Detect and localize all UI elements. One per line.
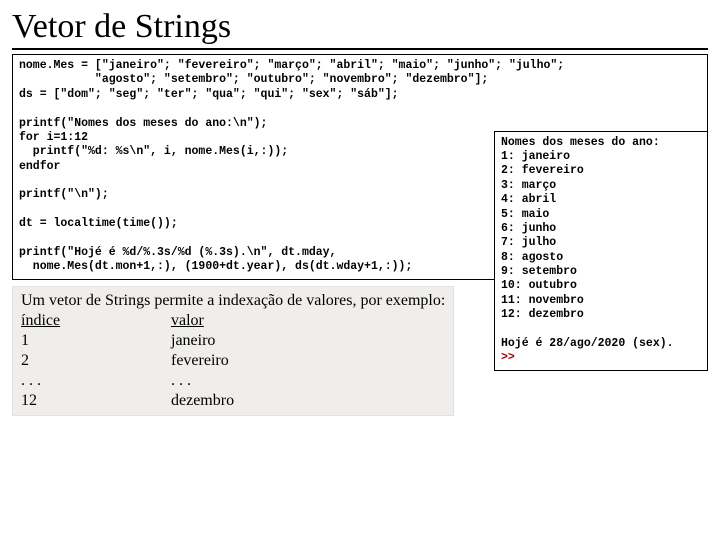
output-line: 10: outubro xyxy=(501,279,701,293)
output-line: 11: novembro xyxy=(501,294,701,308)
output-line: 6: junho xyxy=(501,222,701,236)
output-result: Hojé é 28/ago/2020 (sex). xyxy=(501,337,701,351)
output-header: Nomes dos meses do ano: xyxy=(501,136,701,150)
prompt-icon: >> xyxy=(501,351,701,365)
col-index: índice xyxy=(21,311,171,331)
row-value: fevereiro xyxy=(171,352,229,369)
slide-title: Vetor de Strings xyxy=(12,8,708,50)
row-index: 1 xyxy=(21,331,171,351)
output-line: 12: dezembro xyxy=(501,308,701,322)
output-line: 8: agosto xyxy=(501,251,701,265)
row-value: dezembro xyxy=(171,392,234,409)
output-line: 3: março xyxy=(501,179,701,193)
output-line: 2: fevereiro xyxy=(501,164,701,178)
row-index: . . . xyxy=(21,371,171,391)
row-index: 12 xyxy=(21,391,171,411)
output-line: 7: julho xyxy=(501,236,701,250)
row-value: janeiro xyxy=(171,332,215,349)
row-index: 2 xyxy=(21,351,171,371)
explanation-box: Um vetor de Strings permite a indexação … xyxy=(12,286,454,416)
row-value: . . . xyxy=(171,372,191,389)
output-line: 1: janeiro xyxy=(501,150,701,164)
output-line: 5: maio xyxy=(501,208,701,222)
output-box: Nomes dos meses do ano: 1: janeiro 2: fe… xyxy=(494,131,708,371)
col-value: valor xyxy=(171,312,204,329)
explain-intro: Um vetor de Strings permite a indexação … xyxy=(21,291,445,311)
output-line: 9: setembro xyxy=(501,265,701,279)
output-line: 4: abril xyxy=(501,193,701,207)
